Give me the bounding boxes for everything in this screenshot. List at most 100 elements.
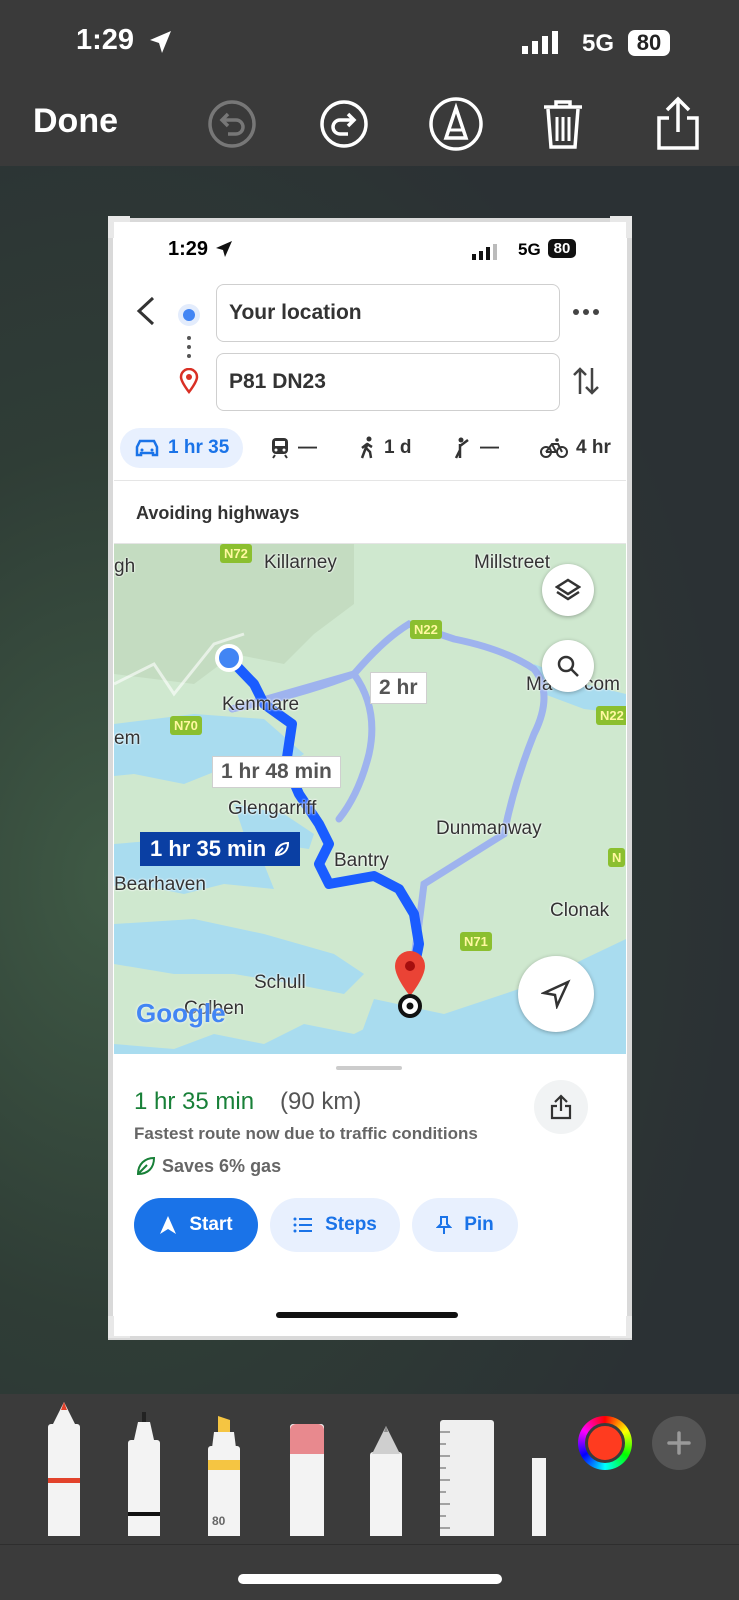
undo-button[interactable] [204, 96, 260, 152]
route-note: Fastest route now due to traffic conditi… [134, 1124, 478, 1143]
redo-button[interactable] [316, 96, 372, 152]
marker-tool[interactable]: 80 [208, 1416, 240, 1536]
mode-bike-label: 4 hr [576, 437, 611, 458]
fineliner-tool[interactable] [128, 1412, 160, 1536]
eraser-head [290, 1424, 324, 1454]
road-shield: N22 [596, 706, 626, 725]
road-shield: N72 [220, 544, 252, 563]
route-time-main-text: 1 hr 35 min [150, 836, 267, 861]
chevron-left-icon [136, 296, 155, 326]
mode-transit[interactable]: — [270, 428, 317, 468]
location-arrow-icon [150, 31, 171, 53]
mode-walk[interactable]: 1 d [358, 428, 411, 468]
mode-walk-label: 1 d [384, 437, 412, 458]
place-label: em [114, 728, 141, 749]
search-map-button[interactable] [542, 640, 594, 692]
destination-input[interactable]: P81 DN23 [216, 353, 560, 411]
rideshare-icon [454, 437, 469, 459]
place-label: Bantry [334, 850, 389, 871]
route-distance: (90 km) [280, 1088, 362, 1115]
navigation-arrow-icon [541, 979, 571, 1009]
mode-rideshare-label: — [480, 437, 499, 458]
share-icon [657, 96, 699, 150]
start-button[interactable]: Start [134, 1198, 258, 1252]
home-indicator [276, 1312, 458, 1318]
train-icon [272, 438, 288, 459]
navigation-arrow-icon [160, 1216, 177, 1234]
pin-icon [436, 1216, 453, 1234]
status-time: 1:29 [76, 24, 135, 56]
route-time-label-alt[interactable]: 1 hr 48 min [212, 756, 341, 788]
place-label: Schull [254, 972, 306, 993]
swap-button[interactable] [568, 362, 604, 402]
signal-icon [472, 244, 497, 260]
color-picker[interactable] [578, 1416, 632, 1470]
share-route-button[interactable] [534, 1080, 588, 1134]
route-map[interactable]: N72 N22 N70 N22 N71 N Killarney Millstre… [114, 544, 626, 1054]
done-button[interactable]: Done [33, 102, 118, 141]
origin-dot-icon [178, 304, 200, 326]
inner-battery: 80 [548, 239, 576, 258]
ruler-tool[interactable] [440, 1420, 494, 1536]
sheet-handle[interactable] [336, 1066, 402, 1070]
pencil-tip-icon [372, 1426, 400, 1454]
mode-bike[interactable]: 4 hr [540, 428, 611, 468]
marker-size-label: 80 [212, 1514, 226, 1528]
mode-rideshare[interactable]: — [452, 428, 499, 468]
current-location-marker [215, 644, 243, 672]
mode-drive[interactable]: 1 hr 35 [120, 428, 244, 468]
google-logo: Google [136, 998, 226, 1028]
marker-tip-icon [212, 1416, 236, 1448]
back-button[interactable] [128, 294, 164, 330]
origin-input[interactable]: Your location [216, 284, 560, 342]
more-dots-icon [573, 308, 599, 315]
destination-pin-icon [179, 368, 199, 394]
bike-icon [540, 438, 568, 458]
search-icon [557, 655, 579, 677]
destination-marker [395, 951, 425, 1018]
travel-modes: 1 hr 35 — 1 d — 4 hr [114, 428, 626, 472]
markup-pen-button[interactable] [428, 96, 484, 152]
pin-button[interactable]: Pin [412, 1198, 518, 1252]
trash-icon [544, 100, 582, 149]
markup-toolbar: Done [0, 80, 739, 166]
plus-icon [667, 1431, 691, 1455]
more-options-button[interactable] [566, 294, 606, 330]
network-label: 5G [582, 30, 615, 57]
pen-tip-icon [50, 1402, 78, 1430]
layers-button[interactable] [542, 564, 594, 616]
pencil-tool[interactable] [370, 1426, 402, 1536]
add-tool-button[interactable] [652, 1416, 706, 1470]
selected-color-swatch [585, 1423, 625, 1463]
share-button[interactable] [650, 96, 706, 152]
avoid-highways-note: Avoiding highways [114, 480, 626, 544]
route-duration: 1 hr 35 min [134, 1088, 255, 1115]
place-label: Glengarriff [228, 798, 317, 819]
road-shield: N71 [460, 932, 492, 951]
redo-icon [320, 100, 368, 148]
route-time-label-alt[interactable]: 2 hr [370, 672, 427, 704]
steps-button[interactable]: Steps [270, 1198, 400, 1252]
battery-indicator: 80 [628, 30, 670, 56]
place-label: Bearhaven [114, 874, 206, 895]
home-indicator [238, 1574, 502, 1584]
share-icon [550, 1094, 572, 1120]
markup-pen-icon [429, 97, 483, 151]
recenter-button[interactable] [518, 956, 594, 1032]
more-pen-tool[interactable] [532, 1458, 546, 1536]
pen-tool[interactable] [48, 1402, 80, 1536]
steps-label: Steps [325, 1214, 377, 1235]
route-time-label-main[interactable]: 1 hr 35 min [140, 832, 301, 866]
pin-label: Pin [464, 1214, 494, 1235]
road-shield: N22 [410, 620, 442, 639]
delete-button[interactable] [535, 96, 591, 152]
road-shield: N [608, 848, 626, 867]
mode-drive-label: 1 hr 35 [168, 437, 230, 458]
place-label: Kenmare [222, 694, 300, 715]
route-dots-icon [187, 336, 191, 358]
place-label: Millstreet [474, 552, 551, 573]
ruler-ticks-icon [440, 1431, 450, 1529]
gas-savings: Saves 6% gas [162, 1156, 282, 1176]
eraser-tool[interactable] [290, 1424, 324, 1536]
inner-status-bar: 1:29 5G 80 [114, 234, 626, 270]
